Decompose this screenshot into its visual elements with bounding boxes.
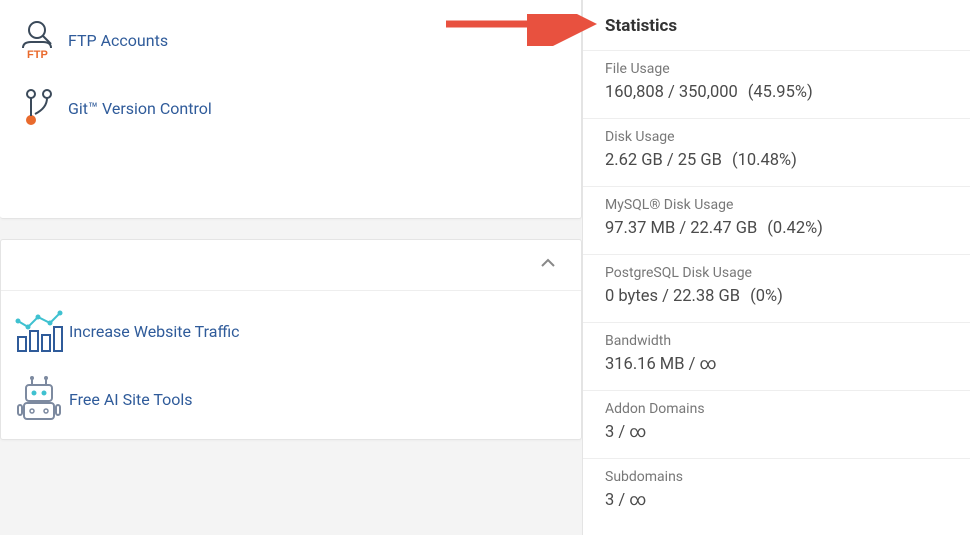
stat-value: 2.62 GB / 25 GB(10.48%) — [605, 151, 948, 170]
feature-label: Increase Website Traffic — [69, 322, 239, 341]
stat-percentage: (0%) — [750, 287, 783, 306]
stat-value: 3 / ∞ — [605, 423, 948, 442]
stat-block: Addon Domains 3 / ∞ — [583, 390, 970, 458]
stat-label: Disk Usage — [605, 129, 948, 145]
stat-percentage: (0.42%) — [767, 219, 823, 238]
feature-git-version-control[interactable]: Git™ Version Control — [0, 74, 581, 142]
stat-block: Subdomains 3 / ∞ — [583, 458, 970, 526]
svg-text:FTP: FTP — [27, 49, 48, 61]
feature-list-top: FTP FTP Accounts — [0, 0, 581, 148]
robot-icon — [11, 375, 67, 423]
traffic-chart-icon — [11, 307, 67, 355]
feature-label: FTP Accounts — [68, 31, 168, 50]
chevron-up-icon[interactable] — [539, 254, 557, 276]
feature-list-bottom: Increase Website Traffic — [1, 291, 581, 439]
stat-value: 3 / ∞ — [605, 491, 948, 510]
stat-value: 160,808 / 350,000(45.95%) — [605, 83, 948, 102]
panel-files: FTP FTP Accounts — [0, 0, 582, 219]
feature-free-ai-site-tools[interactable]: Free AI Site Tools — [1, 365, 581, 433]
feature-label: Git™ Version Control — [68, 99, 212, 118]
stat-label: Subdomains — [605, 469, 948, 485]
stat-block: MySQL® Disk Usage 97.37 MB / 22.47 GB(0.4… — [583, 186, 970, 254]
stat-label: PostgreSQL Disk Usage — [605, 265, 948, 281]
stat-label: Addon Domains — [605, 401, 948, 417]
statistics-panel: Statistics File Usage 160,808 / 350,000(4… — [582, 0, 970, 535]
stat-value: 316.16 MB / ∞ — [605, 355, 948, 374]
feature-ftp-accounts[interactable]: FTP FTP Accounts — [0, 6, 581, 74]
stat-block: Disk Usage 2.62 GB / 25 GB(10.48%) — [583, 118, 970, 186]
feature-label: Free AI Site Tools — [69, 390, 193, 409]
stat-label: Bandwidth — [605, 333, 948, 349]
panel-header — [1, 240, 581, 291]
stat-block: PostgreSQL Disk Usage 0 bytes / 22.38 GB(… — [583, 254, 970, 322]
stat-label: MySQL® Disk Usage — [605, 197, 948, 213]
panel-promotions: Increase Website Traffic — [0, 239, 582, 440]
git-icon — [10, 84, 66, 132]
stat-value: 0 bytes / 22.38 GB(0%) — [605, 287, 948, 306]
stat-value: 97.37 MB / 22.47 GB(0.42%) — [605, 219, 948, 238]
stat-block: File Usage 160,808 / 350,000(45.95%) — [583, 50, 970, 118]
stat-block: Bandwidth 316.16 MB / ∞ — [583, 322, 970, 390]
ftp-icon: FTP — [10, 16, 66, 64]
feature-increase-website-traffic[interactable]: Increase Website Traffic — [1, 297, 581, 365]
stat-percentage: (10.48%) — [732, 151, 797, 170]
stat-label: File Usage — [605, 61, 948, 77]
stat-percentage: (45.95%) — [748, 83, 813, 102]
statistics-title: Statistics — [583, 0, 970, 50]
